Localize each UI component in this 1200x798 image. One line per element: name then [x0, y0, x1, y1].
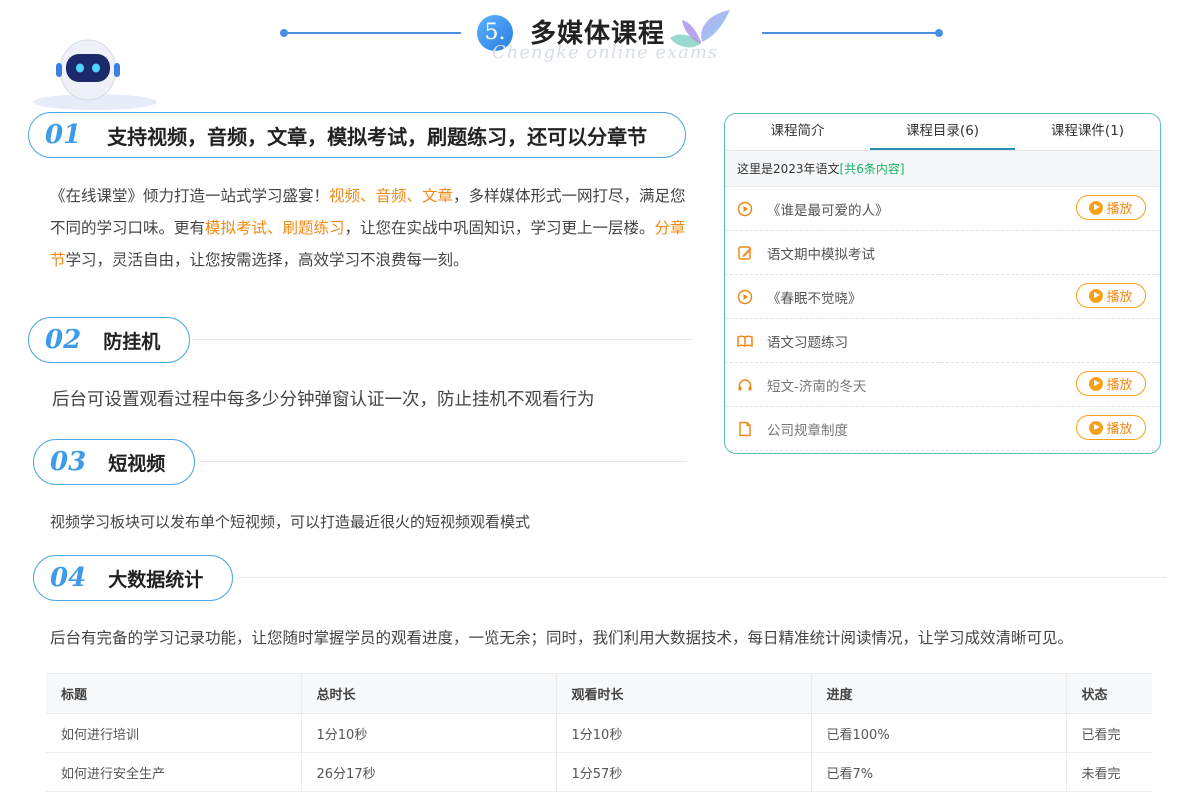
desc-highlight: 视频、音频、文章 — [329, 187, 454, 205]
tab-course-materials[interactable]: 课程课件(1) — [1015, 114, 1160, 150]
header-left-line — [283, 32, 461, 34]
course-item[interactable]: 语文习题练习 — [725, 319, 1160, 363]
course-item-name: 语文期中模拟考试 — [767, 246, 875, 263]
header-right-line — [762, 32, 938, 34]
desc-text: 学习，灵活自由，让您按需选择，高效学习不浪费每一刻。 — [65, 251, 469, 269]
cell-total-duration: 1分10秒 — [301, 713, 557, 753]
cell-progress: 已看7% — [811, 752, 1067, 792]
catalog-count: [共6条内容] — [839, 162, 905, 176]
section-04-title: 大数据统计 — [108, 568, 204, 591]
play-icon — [1089, 376, 1104, 391]
section-03-rule — [197, 461, 687, 462]
table-row: 如何进行安全生产 26分17秒 1分57秒 已看7% 未看完 — [46, 752, 1152, 792]
col-header-status: 状态 — [1066, 673, 1152, 714]
headphones-icon — [738, 378, 752, 390]
course-item-name: 语文习题练习 — [767, 334, 848, 351]
col-header-total-duration: 总时长 — [301, 673, 557, 714]
cell-status: 已看完 — [1066, 713, 1152, 753]
play-icon — [1089, 288, 1104, 303]
catalog-info: 这里是2023年语文[共6条内容] — [725, 151, 1160, 187]
course-item[interactable]: 《春眠不觉晓》 播放 — [725, 275, 1160, 319]
play-icon — [1089, 200, 1104, 215]
cell-status: 未看完 — [1066, 752, 1152, 792]
page-title: 多媒体课程 — [530, 19, 666, 49]
section-03-badge: 03 短视频 — [33, 439, 195, 485]
col-header-watch-duration: 观看时长 — [556, 673, 812, 714]
section-02-badge: 02 防挂机 — [28, 317, 190, 363]
col-header-progress: 进度 — [811, 673, 1067, 714]
section-02-rule — [192, 339, 692, 340]
butterfly-icon — [670, 10, 730, 48]
play-button[interactable]: 播放 — [1076, 283, 1146, 308]
robot-mascot-icon — [33, 39, 157, 110]
course-item[interactable]: 语文期中模拟考试 — [725, 231, 1160, 275]
section-03-description: 视频学习板块可以发布单个短视频，可以打造最近很火的短视频观看模式 — [50, 513, 531, 531]
cell-watch-duration: 1分57秒 — [556, 752, 812, 792]
cell-watch-duration: 1分10秒 — [556, 713, 812, 753]
play-button[interactable]: 播放 — [1076, 415, 1146, 440]
table-header-row: 标题 总时长 观看时长 进度 状态 — [46, 673, 1152, 714]
course-item[interactable]: 公司规章制度 播放 — [725, 407, 1160, 451]
course-panel: 课程简介 课程目录(6) 课程课件(1) 这里是2023年语文[共6条内容] 《… — [724, 113, 1161, 454]
section-02-number: 02 — [45, 325, 82, 355]
course-item[interactable]: 《谁是最可爱的人》 播放 — [725, 187, 1160, 231]
header-right-dot — [935, 29, 943, 37]
table-row: 如何进行培训 1分10秒 1分10秒 已看100% 已看完 — [46, 713, 1152, 753]
section-01-badge: 01 支持视频，音频，文章，模拟考试，刷题练习，还可以分章节 — [28, 112, 686, 158]
section-03-title: 短视频 — [108, 452, 166, 475]
section-01-description: 《在线课堂》倾力打造一站式学习盛宴！视频、音频、文章，多样媒体形式一网打尽，满足… — [50, 180, 700, 276]
section-02-description: 后台可设置观看过程中每多少分钟弹窗认证一次，防止挂机不观看行为 — [52, 390, 595, 410]
cell-title: 如何进行安全生产 — [46, 752, 302, 792]
book-open-icon — [737, 335, 753, 347]
play-button-label: 播放 — [1106, 422, 1133, 437]
play-button[interactable]: 播放 — [1076, 195, 1146, 220]
course-item-name: 公司规章制度 — [767, 422, 848, 439]
section-04-number: 04 — [50, 563, 87, 593]
catalog-info-text: 这里是2023年语文 — [737, 162, 840, 176]
section-04-description: 后台有完备的学习记录功能，让您随时掌握学员的观看进度，一览无余；同时，我们利用大… — [50, 629, 1074, 647]
course-item-name: 《春眠不觉晓》 — [767, 290, 862, 307]
course-item-name: 《谁是最可爱的人》 — [767, 202, 889, 219]
tab-course-intro[interactable]: 课程简介 — [725, 114, 870, 150]
tab-course-catalog[interactable]: 课程目录(6) — [870, 114, 1015, 150]
play-button[interactable]: 播放 — [1076, 371, 1146, 396]
section-04-badge: 04 大数据统计 — [33, 555, 233, 601]
cell-title: 如何进行培训 — [46, 713, 302, 753]
play-button-label: 播放 — [1106, 378, 1133, 393]
play-circle-icon — [737, 289, 753, 304]
section-01-number: 01 — [45, 120, 82, 150]
document-icon — [739, 421, 751, 436]
cell-total-duration: 26分17秒 — [301, 752, 557, 792]
exam-edit-icon — [738, 245, 752, 260]
desc-text: ，让您在实战中巩固知识，学习更上一层楼。 — [344, 219, 655, 237]
section-01-title: 支持视频，音频，文章，模拟考试，刷题练习，还可以分章节 — [107, 124, 648, 149]
section-04-rule — [236, 577, 1166, 578]
col-header-title: 标题 — [46, 673, 302, 714]
learning-stats-table: 标题 总时长 观看时长 进度 状态 如何进行培训 1分10秒 1分10秒 已看1… — [46, 673, 1152, 792]
play-circle-icon — [737, 201, 753, 216]
course-item-name: 短文-济南的冬天 — [767, 378, 867, 395]
play-button-label: 播放 — [1106, 202, 1133, 217]
cell-progress: 已看100% — [811, 713, 1067, 753]
course-tabs: 课程简介 课程目录(6) 课程课件(1) — [725, 114, 1160, 151]
desc-text: 《在线课堂》倾力打造一站式学习盛宴！ — [50, 187, 330, 205]
section-03-number: 03 — [50, 447, 87, 477]
section-02-title: 防挂机 — [103, 330, 161, 353]
play-button-label: 播放 — [1106, 290, 1133, 305]
desc-highlight: 模拟考试、刷题练习 — [205, 219, 345, 237]
play-icon — [1089, 420, 1104, 435]
course-item[interactable]: 短文-济南的冬天 播放 — [725, 363, 1160, 407]
